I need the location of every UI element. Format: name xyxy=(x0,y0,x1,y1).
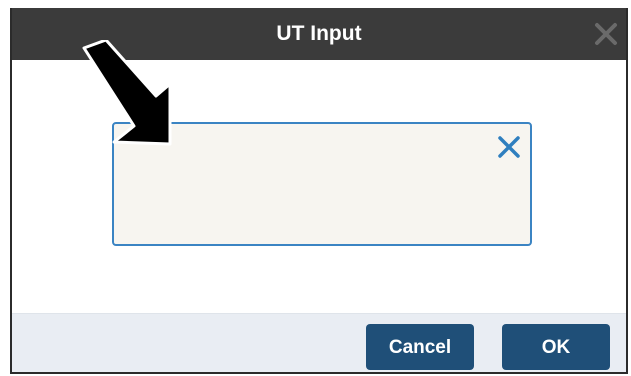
dialog-footer: Cancel OK xyxy=(12,313,626,372)
close-icon[interactable] xyxy=(592,20,620,48)
cancel-button[interactable]: Cancel xyxy=(366,324,474,370)
ok-button[interactable]: OK xyxy=(502,324,610,370)
clear-icon[interactable] xyxy=(496,134,522,160)
annotation-arrow-icon xyxy=(82,40,172,146)
